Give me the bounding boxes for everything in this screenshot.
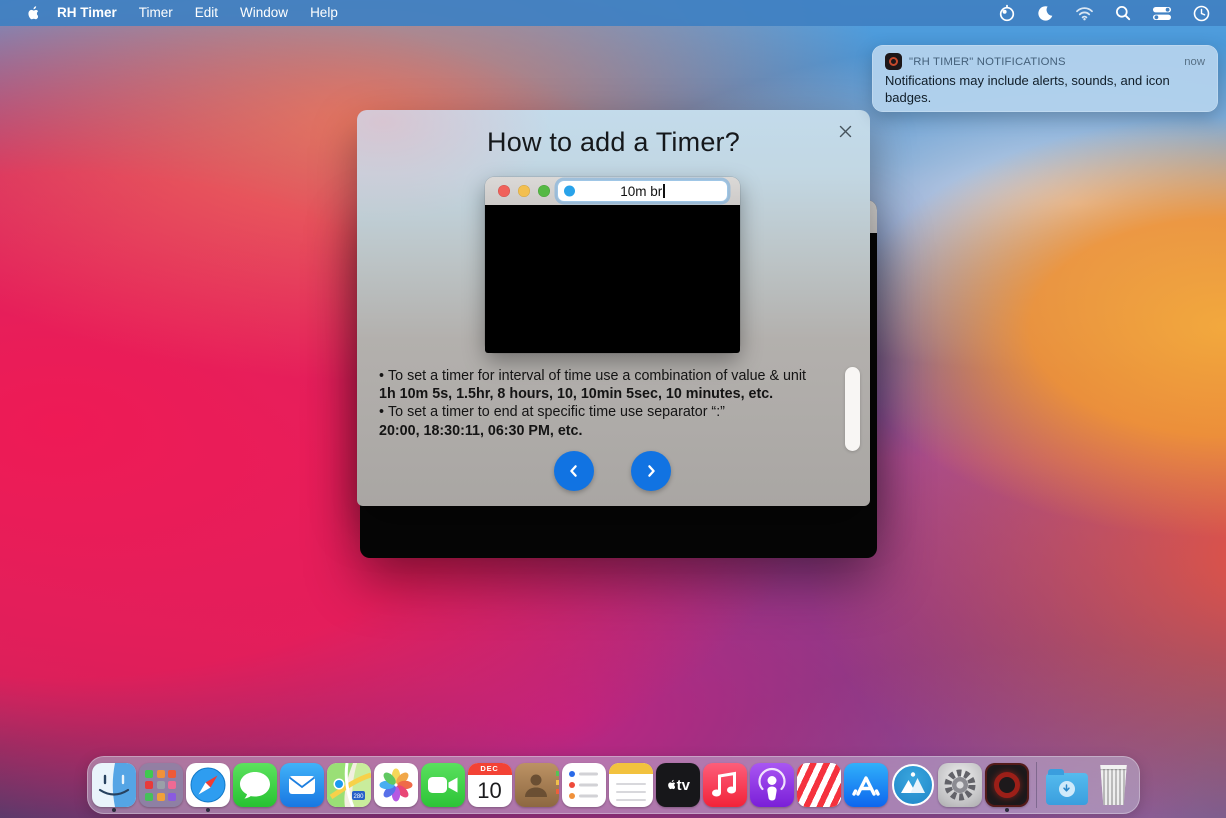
chevron-right-icon	[643, 463, 659, 479]
traffic-light-minimize-icon	[518, 185, 530, 197]
timer-input-value: 10m br	[620, 184, 662, 199]
menu-edit[interactable]: Edit	[184, 0, 229, 26]
notification-body: Notifications may include alerts, sounds…	[885, 73, 1205, 106]
calendar-day: 10	[468, 775, 512, 807]
dock-item-reminders[interactable]	[560, 757, 607, 813]
dock-item-mountain-app[interactable]	[889, 757, 936, 813]
dock-item-rh-timer[interactable]	[983, 757, 1030, 813]
mail-icon	[280, 763, 324, 807]
instruction-line: •To set a timer to end at specific time …	[379, 403, 855, 421]
reminders-icon	[562, 763, 606, 807]
instruction-line: 1h 10m 5s, 1.5hr, 8 hours, 10, 10min 5se…	[379, 385, 855, 403]
timer-input-field: 10m br	[557, 180, 728, 202]
do-not-disturb-moon-icon[interactable]	[1037, 0, 1054, 26]
news-icon	[797, 763, 841, 807]
rh-timer-app-icon	[885, 53, 902, 70]
text-caret	[663, 184, 665, 198]
notification-banner[interactable]: "RH TIMER" NOTIFICATIONS now Notificatio…	[872, 45, 1218, 112]
system-preferences-icon	[938, 763, 982, 807]
menu-help[interactable]: Help	[299, 0, 349, 26]
dock-item-music[interactable]	[701, 757, 748, 813]
notification-title: "RH TIMER" NOTIFICATIONS	[909, 56, 1177, 68]
instruction-line: 20:00, 18:30:11, 06:30 PM, etc.	[379, 422, 855, 440]
wifi-icon[interactable]	[1075, 0, 1094, 26]
appstore-icon	[844, 763, 888, 807]
apple-logo-icon	[24, 5, 38, 22]
calendar-month: DEC	[468, 763, 512, 775]
trash-icon	[1092, 763, 1136, 807]
dock-separator	[1036, 762, 1037, 808]
dock-item-launchpad[interactable]	[137, 757, 184, 813]
traffic-light-close-icon	[498, 185, 510, 197]
clock-icon[interactable]	[1193, 0, 1210, 26]
finder-icon	[92, 763, 136, 807]
menu-bar: RH Timer Timer Edit Window Help	[0, 0, 1226, 26]
dock-item-maps[interactable]: 280	[325, 757, 372, 813]
dock-item-news[interactable]	[795, 757, 842, 813]
podcasts-icon	[750, 763, 794, 807]
mountain-app-icon	[891, 763, 935, 807]
menu-timer[interactable]: Timer	[128, 0, 184, 26]
illustration-titlebar: 10m br	[485, 177, 740, 205]
search-icon[interactable]	[1115, 0, 1131, 26]
dock-item-photos[interactable]	[372, 757, 419, 813]
dock-item-system-preferences[interactable]	[936, 757, 983, 813]
dock-item-podcasts[interactable]	[748, 757, 795, 813]
downloads-folder-icon	[1045, 763, 1089, 807]
traffic-light-zoom-icon	[538, 185, 550, 197]
facetime-icon	[421, 763, 465, 807]
dock-item-messages[interactable]	[231, 757, 278, 813]
next-page-button[interactable]	[631, 451, 671, 491]
dock-item-mail[interactable]	[278, 757, 325, 813]
safari-icon	[186, 763, 230, 807]
instructions-block: •To set a timer for interval of time use…	[379, 367, 855, 440]
timer-bullet-icon	[564, 186, 575, 197]
rh-timer-icon	[985, 763, 1029, 807]
photos-icon	[374, 763, 418, 807]
maps-icon: 280	[327, 763, 371, 807]
dock-item-downloads[interactable]	[1043, 757, 1090, 813]
dock-item-appstore[interactable]	[842, 757, 889, 813]
illustration-window-body	[485, 205, 740, 353]
dock-item-safari[interactable]	[184, 757, 231, 813]
dock: 280	[87, 756, 1140, 814]
launchpad-icon	[139, 763, 183, 807]
dock-item-facetime[interactable]	[419, 757, 466, 813]
how-to-add-timer-dialog: How to add a Timer? 10m br •To set a tim…	[357, 110, 870, 506]
notes-icon	[609, 763, 653, 807]
apple-logo-icon	[665, 779, 675, 791]
download-arrow-icon	[1062, 784, 1071, 794]
dock-item-appletv[interactable]: tv	[654, 757, 701, 813]
maps-route-badge: 280	[353, 794, 364, 800]
dialog-title: How to add a Timer?	[357, 127, 870, 158]
dock-item-trash[interactable]	[1090, 757, 1137, 813]
instruction-line: •To set a timer for interval of time use…	[379, 367, 855, 385]
control-center-icon[interactable]	[1152, 0, 1172, 26]
notification-time: now	[1184, 56, 1205, 68]
menu-window[interactable]: Window	[229, 0, 299, 26]
dialog-scrollbar[interactable]	[845, 367, 860, 451]
menu-app-name[interactable]: RH Timer	[46, 0, 128, 26]
appletv-icon: tv	[656, 763, 700, 807]
apple-menu[interactable]	[22, 5, 40, 22]
dock-item-contacts[interactable]	[513, 757, 560, 813]
calendar-icon: DEC 10	[468, 763, 512, 807]
dock-item-calendar[interactable]: DEC 10	[466, 757, 513, 813]
previous-page-button[interactable]	[554, 451, 594, 491]
music-icon	[703, 763, 747, 807]
appletv-label: tv	[677, 777, 690, 794]
rh-timer-status-icon[interactable]	[998, 0, 1016, 26]
close-icon	[838, 124, 853, 139]
dock-item-notes[interactable]	[607, 757, 654, 813]
messages-icon	[233, 763, 277, 807]
dock-item-finder[interactable]	[90, 757, 137, 813]
close-button[interactable]	[834, 120, 856, 142]
chevron-left-icon	[566, 463, 582, 479]
timer-window-illustration: 10m br	[485, 177, 740, 353]
contacts-icon	[515, 763, 559, 807]
